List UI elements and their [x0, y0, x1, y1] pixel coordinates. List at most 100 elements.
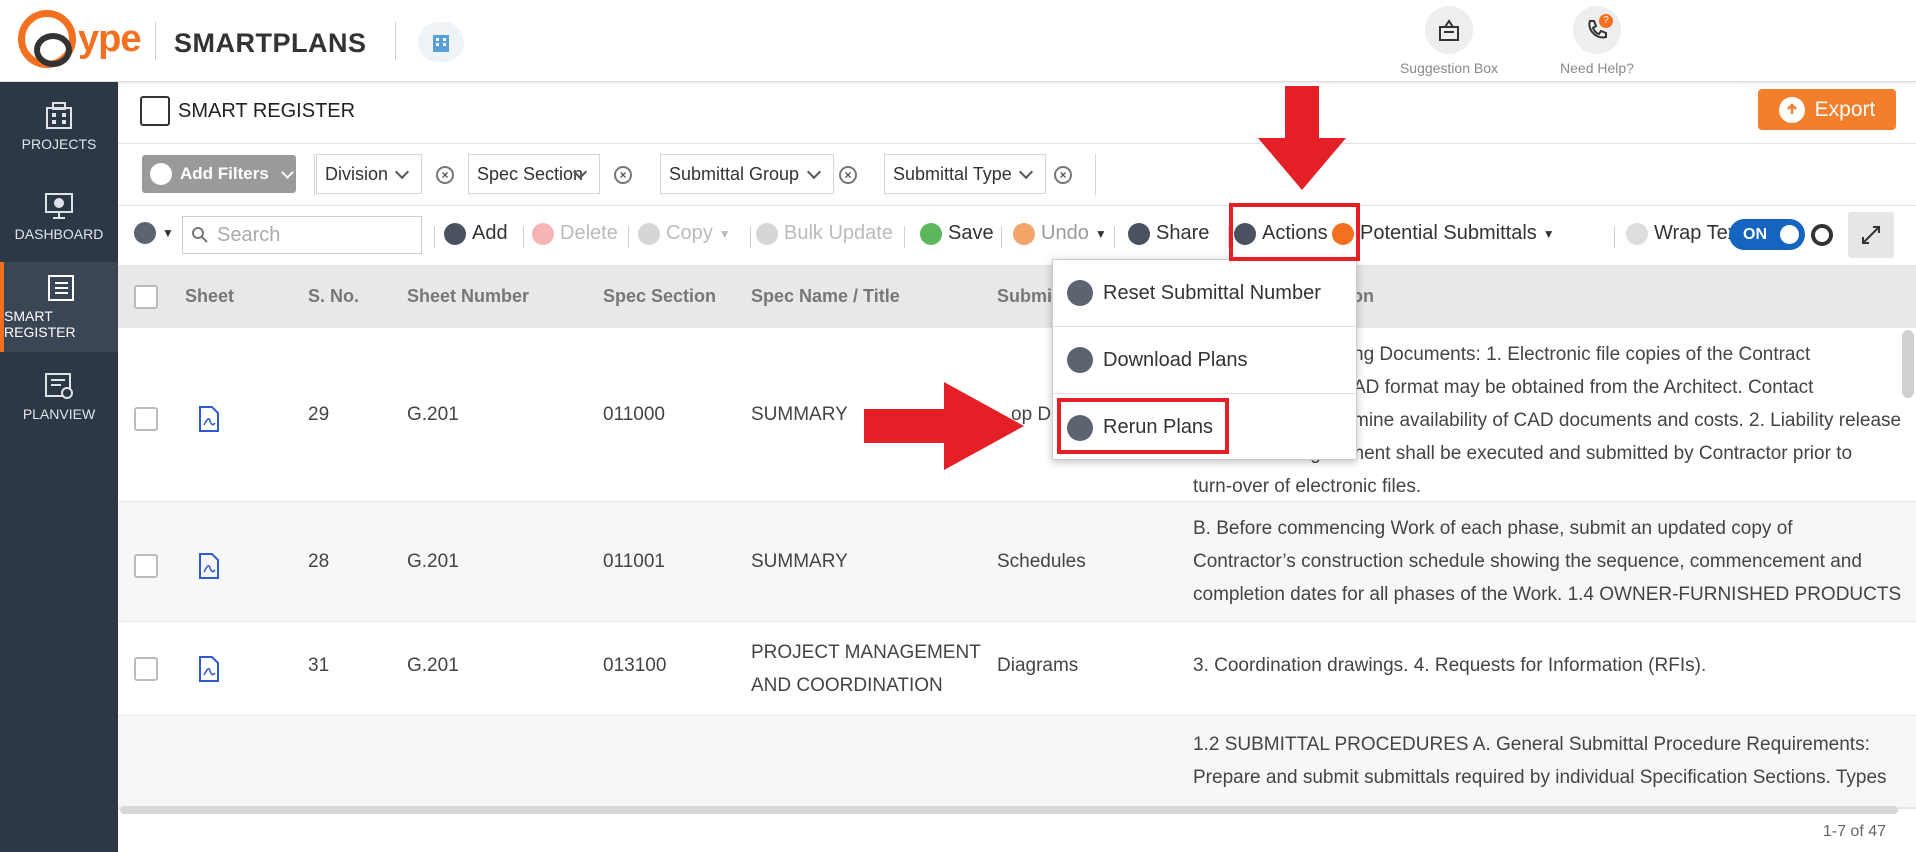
row-checkbox[interactable] — [134, 407, 158, 431]
search-input[interactable]: Search — [182, 216, 422, 254]
desc-line: 3. Coordination drawings. 4. Requests fo… — [1193, 655, 1707, 676]
wrap-text-toggle[interactable]: ON — [1729, 219, 1805, 250]
bulk-update-button[interactable]: Bulk Update — [756, 222, 893, 245]
delete-label: Delete — [560, 222, 618, 244]
sidebar: PROJECTS DASHBOARD SMART REGISTER PLANVI… — [0, 82, 118, 852]
cloud-download-icon — [1067, 347, 1093, 373]
submittal-group-filter[interactable]: Submittal Group — [660, 154, 834, 194]
column-header-spec-name[interactable]: Spec Name / Title — [751, 286, 900, 307]
divider — [314, 154, 315, 196]
bulk-update-label: Bulk Update — [784, 222, 893, 244]
clear-division-filter-icon[interactable]: × — [436, 166, 454, 184]
table-row[interactable]: 31 G.201 013100 PROJECT MANAGEMENT AND C… — [118, 622, 1916, 716]
divider — [155, 22, 156, 60]
division-filter[interactable]: Division — [316, 154, 422, 194]
row-checkbox[interactable] — [134, 657, 158, 681]
divider — [1095, 154, 1096, 196]
clear-submittal-type-filter-icon[interactable]: × — [1054, 166, 1072, 184]
monitor-chart-icon — [45, 193, 73, 219]
undo-button[interactable]: Undo ▼ — [1013, 222, 1107, 245]
divider — [1001, 226, 1002, 248]
copy-icon — [638, 222, 660, 245]
wrap-text-control: Wrap Text — [1626, 222, 1743, 245]
undo-icon — [1013, 222, 1035, 245]
spec-name-line: AND COORDINATION — [751, 675, 943, 696]
cell-spec-section: 011000 — [603, 404, 665, 425]
sidebar-item-label: PROJECTS — [21, 136, 97, 152]
toolbar: ▼ Search Add Delete Copy ▼ Bulk Update Sa… — [118, 206, 1916, 266]
clear-submittal-group-filter-icon[interactable]: × — [839, 166, 857, 184]
add-filters-button[interactable]: Add Filters — [142, 155, 296, 193]
clear-spec-section-filter-icon[interactable]: × — [614, 166, 632, 184]
submittal-type-filter[interactable]: Submittal Type — [884, 154, 1046, 194]
desc-line: completion dates for all phases of the W… — [1193, 584, 1902, 605]
column-header-sheet[interactable]: Sheet — [185, 286, 234, 307]
settings-button[interactable] — [1811, 224, 1833, 246]
expand-button[interactable] — [1848, 212, 1894, 258]
row-checkbox[interactable] — [134, 554, 158, 578]
share-button[interactable]: Share — [1128, 222, 1209, 245]
add-button[interactable]: Add — [444, 222, 508, 245]
grid-icon — [134, 222, 156, 244]
cell-sheet-number: G.201 — [407, 551, 459, 572]
column-header-submittal[interactable]: Submi — [997, 286, 1052, 307]
arrow-right-annotation-icon — [864, 382, 1024, 470]
filter-icon — [150, 163, 172, 185]
menu-item-reset-submittal-number[interactable]: Reset Submittal Number — [1053, 260, 1356, 327]
expand-icon — [1862, 226, 1880, 244]
spec-name-line: PROJECT MANAGEMENT — [751, 642, 981, 663]
logo-mark-icon — [18, 10, 76, 68]
brand-title: SMARTPLANS — [174, 28, 367, 58]
filter-label: Submittal Group — [669, 163, 800, 184]
divider — [434, 226, 435, 248]
menu-item-label: Download Plans — [1103, 348, 1248, 371]
table-row[interactable]: 28 G.201 011001 SUMMARY Schedules B. Bef… — [118, 502, 1916, 622]
vertical-scrollbar[interactable] — [1902, 330, 1914, 398]
register-list-icon — [48, 275, 74, 301]
pagination-info: 1-7 of 47 — [1822, 823, 1886, 840]
chevron-down-icon — [280, 165, 294, 179]
spec-section-filter[interactable]: Spec Section — [468, 154, 600, 194]
suggestion-box-button[interactable]: Suggestion Box — [1394, 6, 1504, 76]
cloud-upload-icon — [1778, 96, 1805, 123]
page-title: SMART REGISTER — [178, 100, 356, 122]
filter-label: Division — [325, 163, 389, 184]
sidebar-item-projects[interactable]: PROJECTS — [0, 82, 118, 172]
desc-line: Contractor’s construction schedule showi… — [1193, 551, 1862, 572]
cell-submittal: Schedules — [997, 551, 1086, 572]
column-header-spec-section[interactable]: Spec Section — [603, 286, 716, 307]
save-button[interactable]: Save — [920, 222, 994, 245]
column-selector-button[interactable]: ▼ — [134, 222, 174, 244]
chevron-down-icon — [806, 164, 822, 180]
project-selector-button[interactable] — [418, 22, 464, 62]
pdf-icon[interactable] — [198, 553, 220, 579]
column-header-sno[interactable]: S. No. — [308, 286, 359, 307]
horizontal-scrollbar[interactable] — [120, 806, 1898, 814]
save-label: Save — [948, 222, 994, 244]
potential-submittals-button[interactable]: Potential Submittals ▼ — [1332, 222, 1555, 245]
sidebar-item-planview[interactable]: PLANVIEW — [0, 352, 118, 442]
undo-label: Undo — [1041, 222, 1089, 244]
planview-icon — [45, 373, 73, 399]
sidebar-item-dashboard[interactable]: DASHBOARD — [0, 172, 118, 262]
sidebar-item-smart-register[interactable]: SMART REGISTER — [0, 262, 118, 352]
suggestion-box-icon — [1439, 19, 1459, 41]
table-header: Sheet S. No. Sheet Number Spec Section S… — [118, 266, 1916, 328]
divider — [750, 226, 751, 248]
column-header-sheet-number[interactable]: Sheet Number — [407, 286, 529, 307]
menu-item-download-plans[interactable]: Download Plans — [1053, 327, 1356, 394]
pype-logo[interactable]: ype — [18, 8, 141, 70]
pdf-icon[interactable] — [198, 656, 220, 682]
trash-icon — [532, 222, 554, 245]
delete-button[interactable]: Delete — [532, 222, 618, 245]
table-row[interactable]: 1.2 SUBMITTAL PROCEDURES A. General Subm… — [118, 716, 1916, 808]
copy-button[interactable]: Copy ▼ — [638, 222, 731, 245]
desc-line: B. Before commencing Work of each phase,… — [1193, 518, 1793, 539]
cell-description: 1.2 SUBMITTAL PROCEDURES A. General Subm… — [1193, 728, 1903, 794]
pdf-icon[interactable] — [198, 406, 220, 432]
export-button[interactable]: Export — [1758, 89, 1896, 130]
need-help-button[interactable]: ? Need Help? — [1542, 6, 1652, 76]
add-label: Add — [472, 222, 508, 244]
select-all-checkbox[interactable] — [134, 285, 158, 309]
building-icon — [433, 35, 449, 52]
